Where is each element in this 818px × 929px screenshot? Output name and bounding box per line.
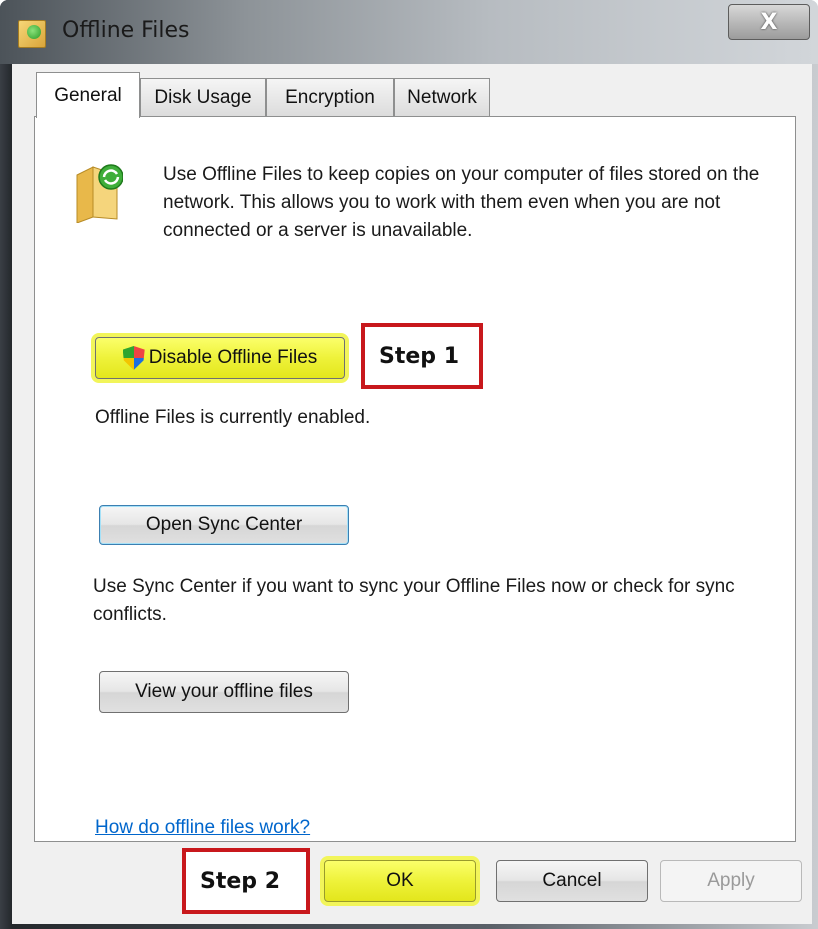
uac-shield-icon (122, 346, 145, 370)
step1-callout: Step 1 (361, 323, 483, 389)
close-button[interactable]: X (728, 4, 810, 40)
tab-general[interactable]: General (36, 72, 140, 118)
offline-files-icon (18, 20, 46, 48)
ok-button[interactable]: OK (324, 860, 476, 902)
tab-network[interactable]: Network (394, 78, 490, 116)
tab-encryption[interactable]: Encryption (266, 78, 394, 116)
sync-center-description: Use Sync Center if you want to sync your… (93, 576, 735, 625)
general-panel: Use Offline Files to keep copies on your… (34, 116, 796, 842)
cancel-button[interactable]: Cancel (496, 860, 648, 902)
dialog-client: General Disk Usage Encryption Network Us… (12, 64, 812, 924)
status-text: Offline Files is currently enabled. (95, 407, 371, 428)
offline-files-description: Use Offline Files to keep copies on your… (163, 164, 760, 241)
window-frame: Offline Files X General Disk Usage Encry… (0, 0, 818, 929)
window-title: Offline Files (62, 18, 190, 43)
help-link[interactable]: How do offline files work? (95, 817, 310, 839)
tab-disk-usage[interactable]: Disk Usage (140, 78, 266, 116)
title-bar[interactable]: Offline Files X (0, 0, 818, 64)
view-offline-files-button[interactable]: View your offline files (99, 671, 349, 713)
step2-callout: Step 2 (182, 848, 310, 914)
folder-sync-icon (76, 164, 123, 223)
disable-button-label: Disable Offline Files (148, 347, 318, 368)
disable-offline-files-button[interactable]: Disable Offline Files (95, 337, 345, 379)
apply-button[interactable]: Apply (660, 860, 802, 902)
open-sync-center-button[interactable]: Open Sync Center (99, 505, 349, 545)
